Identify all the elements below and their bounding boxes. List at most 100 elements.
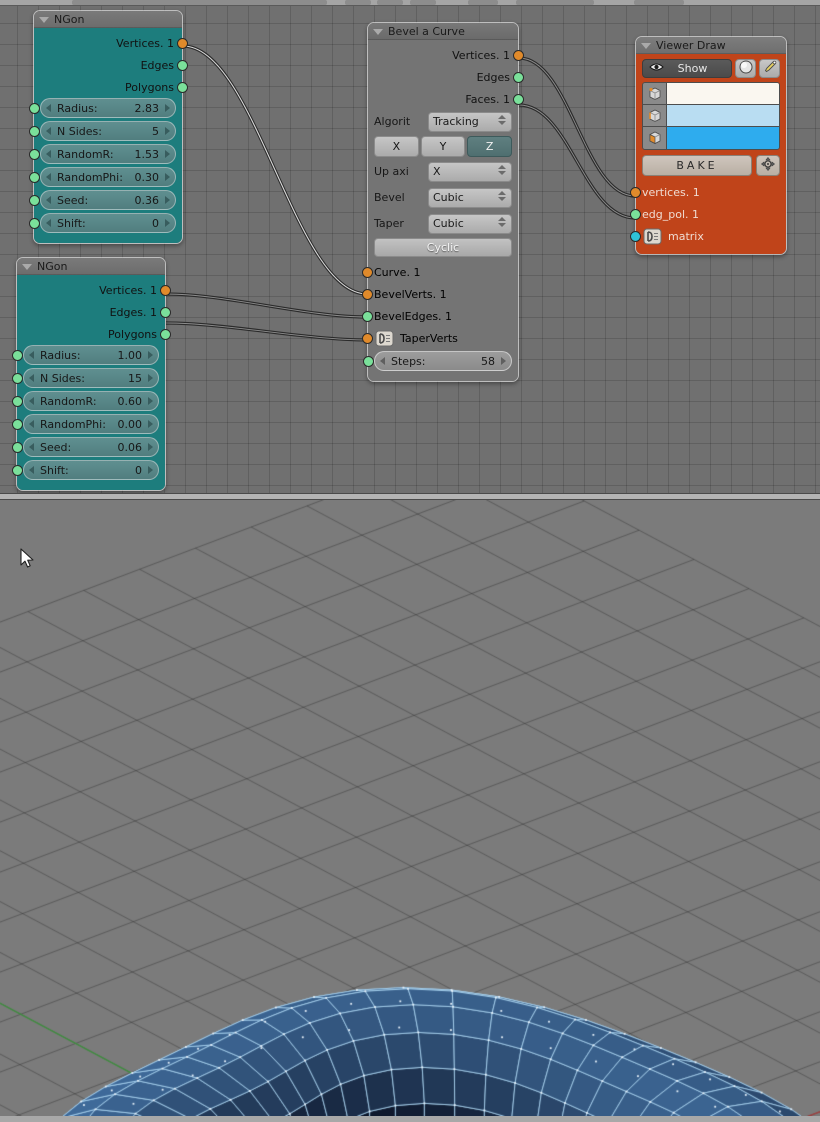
param-nsides[interactable]: N Sides: 5 (29, 121, 176, 141)
socket-edges-out[interactable] (513, 71, 524, 83)
socket-edg-pol-in[interactable] (630, 208, 641, 220)
node-viewer-header[interactable]: Viewer Draw (636, 37, 786, 54)
collapse-triangle-icon[interactable] (373, 28, 383, 35)
area-splitter[interactable] (0, 493, 820, 500)
node-ngon-2-output-vertices[interactable]: Vertices. 1 (23, 279, 171, 301)
decrement-arrow-icon[interactable] (46, 150, 51, 158)
socket-edges-out[interactable] (177, 59, 188, 71)
color-row-vertices[interactable] (643, 83, 779, 105)
node-bevel-input-bevelverts[interactable]: BevelVerts. 1 (362, 283, 512, 305)
collapse-triangle-icon[interactable] (22, 263, 32, 270)
node-ngon-1[interactable]: NGon Vertices. 1 Edges Polygons Radius: … (29, 10, 188, 244)
param-radius[interactable]: Radius: 1.00 (12, 345, 159, 365)
decrement-arrow-icon[interactable] (29, 351, 34, 359)
brush-toggle[interactable] (759, 59, 780, 78)
socket-taperverts-in[interactable] (362, 332, 373, 344)
socket-faces-out[interactable] (513, 93, 524, 105)
socket-randomr-in[interactable] (29, 148, 40, 160)
show-toggle[interactable]: Show (642, 59, 732, 78)
decrement-arrow-icon[interactable] (29, 443, 34, 451)
decrement-arrow-icon[interactable] (29, 466, 34, 474)
toolbar-button-6[interactable] (516, 0, 594, 5)
taper-dropdown[interactable]: Cubic (428, 213, 512, 234)
collapse-triangle-icon[interactable] (39, 16, 49, 23)
axis-selector[interactable]: X Y Z (374, 136, 513, 157)
node-bevel-input-beveledges[interactable]: BevelEdges. 1 (362, 305, 512, 327)
decrement-arrow-icon[interactable] (46, 127, 51, 135)
node-bevel-output-vertices[interactable]: Vertices. 1 (374, 44, 524, 66)
socket-beveledges-in[interactable] (362, 310, 373, 322)
socket-steps-in[interactable] (363, 355, 374, 367)
param-randomphi[interactable]: RandomPhi: 0.00 (12, 414, 159, 434)
socket-vertices-out[interactable] (177, 37, 188, 49)
node-ngon-1-header[interactable]: NGon (34, 11, 182, 28)
param-shift[interactable]: Shift: 0 (29, 213, 176, 233)
vertices-color-swatch[interactable] (667, 83, 779, 104)
color-row-edges[interactable] (643, 105, 779, 127)
decrement-arrow-icon[interactable] (380, 357, 385, 365)
param-seed[interactable]: Seed: 0.06 (12, 437, 159, 457)
increment-arrow-icon[interactable] (165, 127, 170, 135)
param-randomr[interactable]: RandomR: 0.60 (12, 391, 159, 411)
node-ngon-2-header[interactable]: NGon (17, 258, 165, 275)
node-ngon-2-output-edges[interactable]: Edges. 1 (23, 301, 171, 323)
socket-vertices-out[interactable] (160, 284, 171, 296)
socket-vertices-in[interactable] (630, 186, 641, 198)
param-randomr[interactable]: RandomR: 1.53 (29, 144, 176, 164)
socket-radius-in[interactable] (12, 349, 23, 361)
node-viewer-draw[interactable]: Viewer Draw Show BAKE vertices. 1 edg_po… (630, 36, 787, 255)
decrement-arrow-icon[interactable] (46, 104, 51, 112)
decrement-arrow-icon[interactable] (46, 173, 51, 181)
toolbar-button-7[interactable] (634, 0, 684, 5)
plug-icon[interactable] (374, 329, 394, 347)
node-ngon-1-output-vertices[interactable]: Vertices. 1 (40, 32, 188, 54)
edges-color-swatch[interactable] (667, 105, 779, 126)
increment-arrow-icon[interactable] (148, 443, 153, 451)
viewport-canvas[interactable] (0, 493, 820, 1122)
increment-arrow-icon[interactable] (148, 420, 153, 428)
socket-randomr-in[interactable] (12, 395, 23, 407)
socket-randomphi-in[interactable] (29, 171, 40, 183)
increment-arrow-icon[interactable] (165, 173, 170, 181)
increment-arrow-icon[interactable] (165, 104, 170, 112)
increment-arrow-icon[interactable] (501, 357, 506, 365)
param-shift[interactable]: Shift: 0 (12, 460, 159, 480)
node-editor-area[interactable]: NGon Vertices. 1 Edges Polygons Radius: … (0, 6, 820, 493)
node-viewer-input-edgpol[interactable]: edg_pol. 1 (630, 203, 780, 225)
upaxis-dropdown[interactable]: X (428, 161, 512, 182)
sphere-toggle[interactable] (735, 59, 756, 78)
decrement-arrow-icon[interactable] (29, 420, 34, 428)
toolbar-button-3[interactable] (377, 0, 403, 5)
bevel-dropdown[interactable]: Cubic (428, 187, 512, 208)
target-button[interactable] (756, 155, 780, 176)
plug-icon[interactable] (642, 227, 662, 245)
socket-edges-out[interactable] (160, 306, 171, 318)
node-ngon-1-output-polygons[interactable]: Polygons (40, 76, 188, 98)
decrement-arrow-icon[interactable] (29, 374, 34, 382)
axis-option-y[interactable]: Y (420, 136, 466, 157)
axis-option-x[interactable]: X (374, 136, 419, 157)
top-toolbar[interactable] (0, 0, 820, 6)
increment-arrow-icon[interactable] (165, 219, 170, 227)
collapse-triangle-icon[interactable] (641, 42, 651, 49)
socket-polygons-out[interactable] (160, 328, 171, 340)
socket-radius-in[interactable] (29, 102, 40, 114)
3d-viewport[interactable] (0, 493, 820, 1122)
param-radius[interactable]: Radius: 2.83 (29, 98, 176, 118)
algorithm-dropdown[interactable]: Tracking (428, 111, 512, 132)
node-bevel-input-curve[interactable]: Curve. 1 (362, 261, 512, 283)
node-bevel-output-edges[interactable]: Edges (374, 66, 524, 88)
cyclic-button[interactable]: Cyclic (374, 238, 512, 257)
increment-arrow-icon[interactable] (165, 196, 170, 204)
param-steps[interactable]: Steps: 58 (363, 351, 512, 371)
toolbar-button-5[interactable] (468, 0, 498, 5)
socket-seed-in[interactable] (12, 441, 23, 453)
param-randomphi[interactable]: RandomPhi: 0.30 (29, 167, 176, 187)
socket-nsides-in[interactable] (29, 125, 40, 137)
socket-polygons-out[interactable] (177, 81, 188, 93)
toolbar-button-1[interactable] (72, 0, 327, 5)
node-bevel-output-faces[interactable]: Faces. 1 (374, 88, 524, 110)
node-bevel-input-taperverts[interactable]: TaperVerts (362, 327, 512, 349)
socket-vertices-out[interactable] (513, 49, 524, 61)
socket-curve-in[interactable] (362, 266, 373, 278)
